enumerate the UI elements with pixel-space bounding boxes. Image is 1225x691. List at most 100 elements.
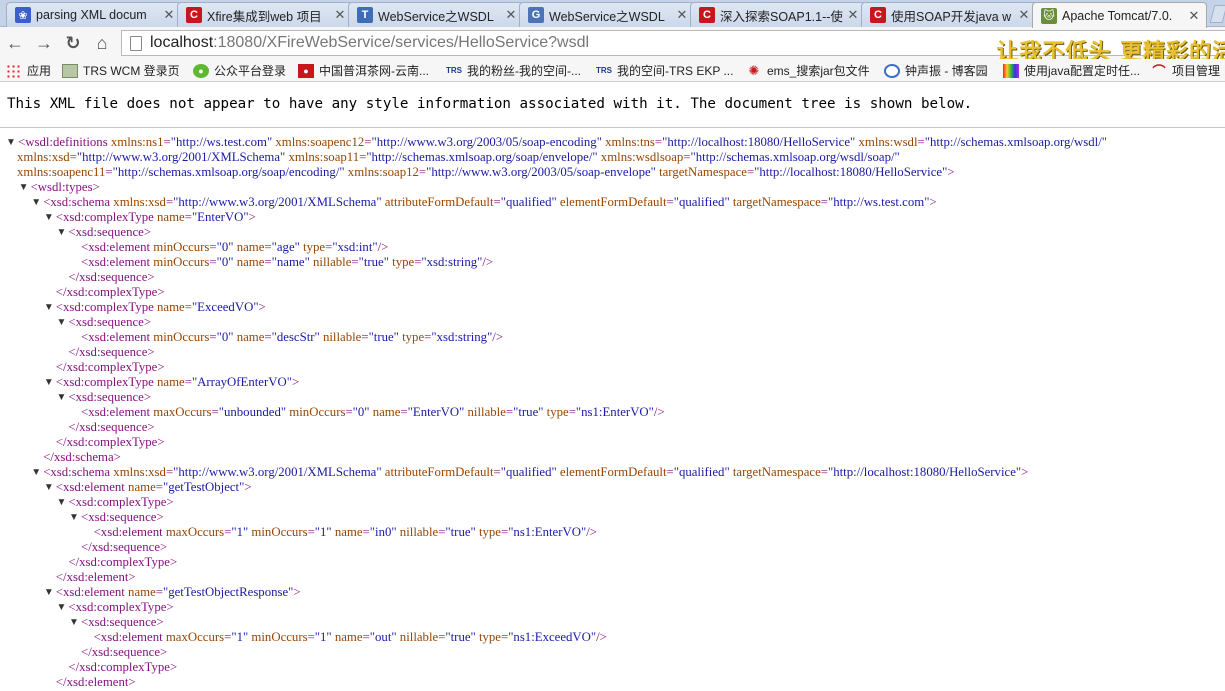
xml-line-text: xmlns:soapenc11="http://schemas.xmlsoap.… (17, 165, 955, 179)
browser-tab[interactable]: T WebService之WSDL ✕ (348, 2, 524, 27)
circle-g-icon (884, 63, 900, 78)
bookmark-item[interactable]: 钟声振 - 博客园 (884, 61, 988, 80)
g-icon: G (528, 7, 544, 23)
collapse-toggle-icon[interactable]: ▼ (56, 495, 66, 510)
browser-tab[interactable]: C 深入探索SOAP1.1--使 ✕ (690, 2, 866, 27)
bookmark-item[interactable]: 使用java配置定时任... (1003, 61, 1140, 80)
xml-line: ▼ <xsd:complexType name="EnterVO"> (0, 210, 1225, 225)
trs-icon: TRS (446, 66, 462, 75)
bookmark-item[interactable]: TRS WCM 登录页 (62, 61, 180, 80)
trs-icon: TRS (596, 66, 612, 75)
collapse-toggle-icon[interactable]: ▼ (44, 585, 54, 600)
collapse-toggle-icon[interactable]: ▼ (31, 195, 41, 210)
xml-line-text: <xsd:sequence> (68, 390, 152, 404)
xml-line-text: <wsdl:types> (30, 180, 100, 194)
collapse-toggle-icon[interactable]: ▼ (44, 210, 54, 225)
xml-line: ▼ <xsd:complexType name="ExceedVO"> (0, 300, 1225, 315)
wechat-icon: ● (193, 63, 209, 78)
xml-line: <xsd:element maxOccurs="unbounded" minOc… (0, 405, 1225, 420)
xml-line-text: <xsd:element maxOccurs="1" minOccurs="1"… (93, 630, 607, 644)
xml-line: <xsd:element minOccurs="0" name="age" ty… (0, 240, 1225, 255)
collapse-toggle-icon[interactable]: ▼ (56, 315, 66, 330)
bookmark-item[interactable]: TRS 我的空间-TRS EKP ... (596, 61, 733, 80)
xml-line: <xsd:element maxOccurs="1" minOccurs="1"… (0, 630, 1225, 645)
xml-line-text: <xsd:sequence> (81, 615, 164, 629)
close-tab-icon[interactable]: ✕ (847, 7, 859, 23)
close-tab-icon[interactable]: ✕ (163, 7, 175, 23)
xml-line-text: <xsd:sequence> (68, 225, 152, 239)
bookmark-item[interactable]: ● 公众平台登录 (193, 61, 286, 80)
collapse-toggle-icon[interactable]: ▼ (44, 375, 54, 390)
bookmark-label: 项目管理 (1172, 64, 1221, 78)
close-tab-icon[interactable]: ✕ (334, 7, 346, 23)
collapse-toggle-icon[interactable]: ▼ (69, 510, 79, 525)
close-tab-icon[interactable]: ✕ (1188, 8, 1200, 24)
browser-tab[interactable]: C 使用SOAP开发java w ✕ (861, 2, 1037, 27)
collapse-toggle-icon[interactable]: ▼ (56, 600, 66, 615)
collapse-toggle-icon[interactable]: ▼ (44, 300, 54, 315)
browser-tab-active[interactable]: 🐱 Apache Tomcat/7.0. ✕ (1032, 2, 1207, 28)
collapse-toggle-icon[interactable]: ▼ (56, 225, 66, 240)
xml-line-text: <xsd:element minOccurs="0" name="age" ty… (81, 240, 389, 254)
new-tab-button[interactable] (1209, 5, 1225, 23)
xml-line-text: </xsd:schema> (43, 450, 121, 464)
collapse-toggle-icon[interactable]: ▼ (69, 615, 79, 630)
csdn-icon: C (186, 7, 202, 23)
home-icon[interactable]: ⌂ (90, 32, 114, 54)
xml-line: xmlns:xsd="http://www.w3.org/2001/XMLSch… (0, 150, 1225, 165)
tab-title: 深入探索SOAP1.1--使 (720, 9, 843, 24)
collapse-toggle-icon[interactable]: ▼ (44, 480, 54, 495)
arc-icon: ⌒ (1152, 64, 1166, 79)
close-tab-icon[interactable]: ✕ (1018, 7, 1030, 23)
close-tab-icon[interactable]: ✕ (676, 7, 688, 23)
bookmark-item[interactable]: ⌒ 项目管理 (1151, 61, 1220, 80)
rainbow-icon (1003, 63, 1019, 78)
xml-line: xmlns:soapenc11="http://schemas.xmlsoap.… (0, 165, 1225, 180)
bookmark-label: 中国普洱茶网-云南... (319, 64, 429, 78)
xml-line-text: <xsd:schema xmlns:xsd="http://www.w3.org… (43, 195, 937, 209)
url-host: localhost (150, 34, 214, 51)
browser-tab[interactable]: C Xfire集成到web 项目 ✕ (177, 2, 353, 27)
bookmark-label: 使用java配置定时任... (1024, 64, 1141, 78)
page-content: This XML file does not appear to have an… (0, 82, 1225, 691)
page-icon (130, 35, 142, 51)
collapse-toggle-icon[interactable]: ▼ (31, 465, 41, 480)
xml-line-text: </xsd:sequence> (68, 420, 155, 434)
xml-line-text: </xsd:complexType> (55, 360, 165, 374)
phoenix-icon: ✺ (748, 62, 760, 78)
collapse-toggle-icon[interactable]: ▼ (19, 180, 29, 195)
xml-line-text: <xsd:complexType> (68, 600, 174, 614)
bookmark-label: 应用 (27, 64, 52, 78)
collapse-toggle-icon[interactable]: ▼ (6, 135, 16, 150)
xml-line: ▼ <xsd:sequence> (0, 510, 1225, 525)
xml-line: ▼ <xsd:element name="getTestObjectRespons… (0, 585, 1225, 600)
back-arrow-icon[interactable]: ← (3, 32, 27, 54)
close-tab-icon[interactable]: ✕ (505, 7, 517, 23)
xml-line-text: <xsd:element name="getTestObject"> (55, 480, 252, 494)
xml-document-tree: ▼ <wsdl:definitions xmlns:ns1="http://ws.… (0, 135, 1225, 690)
bookmark-item[interactable]: ● 中国普洱茶网-云南... (298, 61, 429, 80)
bookmark-label: TRS WCM 登录页 (83, 64, 180, 78)
collapse-toggle-icon[interactable]: ▼ (56, 390, 66, 405)
xml-line: </xsd:element> (0, 570, 1225, 585)
reload-icon[interactable]: ↻ (61, 32, 85, 54)
xml-line: ▼ <xsd:element name="getTestObject"> (0, 480, 1225, 495)
xml-line: ▼ <xsd:sequence> (0, 225, 1225, 240)
tab-strip: ❀ parsing XML docum ✕ C Xfire集成到web 项目 ✕… (0, 0, 1225, 28)
address-bar[interactable]: localhost:18080/XFireWebService/services… (121, 30, 1225, 65)
bookmark-label: ems_搜索jar包文件 (767, 64, 870, 78)
xml-line-text: <xsd:element name="getTestObjectResponse… (55, 585, 301, 599)
xml-line-text: </xsd:sequence> (81, 645, 168, 659)
bookmark-label: 钟声振 - 博客园 (905, 64, 988, 78)
browser-tab[interactable]: G WebService之WSDL ✕ (519, 2, 695, 27)
xml-line-text: </xsd:complexType> (55, 285, 165, 299)
xml-line: ▼ <xsd:sequence> (0, 390, 1225, 405)
url-text[interactable]: localhost:18080/XFireWebService/services… (150, 34, 589, 52)
image-icon (62, 63, 78, 78)
forward-arrow-icon[interactable]: → (32, 32, 56, 54)
xml-line-text: <xsd:element maxOccurs="unbounded" minOc… (81, 405, 665, 419)
browser-tab[interactable]: ❀ parsing XML docum ✕ (6, 2, 182, 27)
bookmark-item[interactable]: TRS 我的粉丝-我的空间-... (446, 61, 581, 80)
bookmark-item[interactable]: ✺ ems_搜索jar包文件 (746, 61, 870, 80)
bookmark-apps[interactable]: 应用 (6, 61, 51, 80)
